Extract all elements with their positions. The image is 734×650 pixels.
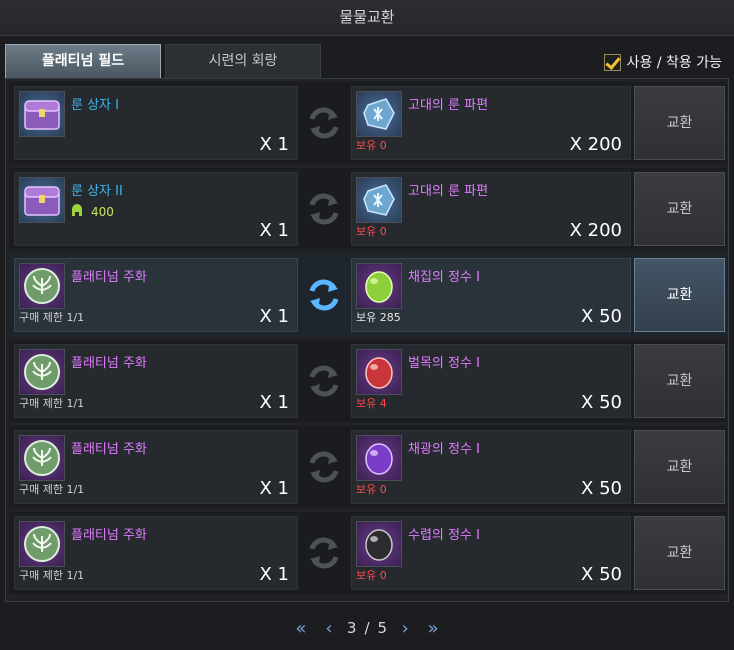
target-item-name: 고대의 룬 파편 bbox=[408, 184, 489, 199]
target-quantity: X 200 bbox=[569, 220, 622, 241]
source-quantity: X 1 bbox=[259, 220, 289, 241]
exchange-row: 플래티넘 주화구매 제한 1/1 X 1 채집의 정수 I 보유 285 X 50 교환 bbox=[9, 254, 727, 336]
tab-platinum-field[interactable]: 플래티넘 필드 bbox=[5, 44, 161, 78]
source-quantity: X 1 bbox=[259, 392, 289, 413]
target-item-name: 벌목의 정수 I bbox=[408, 356, 480, 371]
source-requirement: 400 bbox=[71, 203, 114, 220]
total-pages: 5 bbox=[377, 619, 388, 637]
target-item-cell[interactable]: 채광의 정수 I 보유 0 X 50 bbox=[351, 430, 631, 504]
exchange-button[interactable]: 교환 bbox=[634, 516, 725, 590]
target-quantity: X 50 bbox=[581, 306, 622, 327]
source-item-name: 플래티넘 주화 bbox=[71, 270, 147, 285]
exchange-button[interactable]: 교환 bbox=[634, 344, 725, 418]
source-item-cell[interactable]: 플래티넘 주화구매 제한 1/1 X 1 bbox=[14, 516, 298, 590]
source-requirement-value: 400 bbox=[91, 204, 114, 219]
purchase-limit: 구매 제한 1/1 bbox=[19, 569, 85, 582]
source-quantity: X 1 bbox=[259, 478, 289, 499]
source-item-name: 룬 상자 I bbox=[71, 98, 119, 113]
platinum-coin-icon bbox=[19, 521, 65, 567]
prev-page-button[interactable]: ‹ bbox=[319, 618, 339, 639]
exchange-row: 룬 상자 I X 1 고대의 룬 파편보유 0 X 200 교환 bbox=[9, 82, 727, 164]
exchange-button[interactable]: 교환 bbox=[634, 430, 725, 504]
source-quantity: X 1 bbox=[259, 564, 289, 585]
owned-count: 보유 4 bbox=[356, 397, 387, 410]
target-item-name: 채광의 정수 I bbox=[408, 442, 480, 457]
green-essence-icon bbox=[356, 263, 402, 309]
black-essence-icon bbox=[356, 521, 402, 567]
owned-count: 보유 0 bbox=[356, 139, 387, 152]
target-item-cell[interactable]: 고대의 룬 파편보유 0 X 200 bbox=[351, 172, 631, 246]
exchange-button[interactable]: 교환 bbox=[634, 86, 725, 160]
exchange-button[interactable]: 교환 bbox=[634, 258, 725, 332]
target-quantity: X 50 bbox=[581, 392, 622, 413]
target-quantity: X 200 bbox=[569, 134, 622, 155]
source-item-name: 플래티넘 주화 bbox=[71, 356, 147, 371]
target-item-cell[interactable]: 벌목의 정수 I 보유 4 X 50 bbox=[351, 344, 631, 418]
rune-chest-icon bbox=[19, 177, 65, 223]
exchange-arrows-icon bbox=[306, 449, 342, 485]
owned-count: 보유 0 bbox=[356, 569, 387, 582]
usable-filter-label: 사용 / 착용 가능 bbox=[626, 55, 722, 71]
exchange-arrows-icon bbox=[306, 363, 342, 399]
owned-count: 보유 285 bbox=[356, 311, 401, 324]
purchase-limit: 구매 제한 1/1 bbox=[19, 483, 85, 496]
source-quantity: X 1 bbox=[259, 306, 289, 327]
source-item-name: 룬 상자 II bbox=[71, 184, 123, 199]
rune-fragment-icon bbox=[356, 91, 402, 137]
owned-count: 보유 0 bbox=[356, 225, 387, 238]
target-item-name: 수렵의 정수 I bbox=[408, 528, 480, 543]
exchange-arrows-icon bbox=[306, 277, 342, 313]
purple-essence-icon bbox=[356, 435, 402, 481]
exchange-arrows-icon bbox=[306, 105, 342, 141]
tab-trial-corridor[interactable]: 시련의 회랑 bbox=[165, 44, 321, 78]
exchange-arrows-icon bbox=[306, 191, 342, 227]
target-item-cell[interactable]: 채집의 정수 I 보유 285 X 50 bbox=[351, 258, 631, 332]
target-quantity: X 50 bbox=[581, 478, 622, 499]
exchange-button[interactable]: 교환 bbox=[634, 172, 725, 246]
helmet-icon bbox=[71, 203, 83, 220]
last-page-button[interactable]: » bbox=[423, 618, 443, 639]
owned-count: 보유 0 bbox=[356, 483, 387, 496]
source-quantity: X 1 bbox=[259, 134, 289, 155]
exchange-row: 룬 상자 II 400 X 1 고대의 룬 파편보유 0 X 200 교환 bbox=[9, 168, 727, 250]
exchange-list: 룬 상자 IX 1 고대의 룬 파편 보유 0X 200 교환 룬 상자 II 400 X … bbox=[5, 78, 729, 602]
current-page: 3 bbox=[346, 619, 357, 637]
window-title: 물물교환 bbox=[0, 0, 734, 36]
platinum-coin-icon bbox=[19, 349, 65, 395]
target-item-name: 채집의 정수 I bbox=[408, 270, 480, 285]
next-page-button[interactable]: › bbox=[395, 618, 415, 639]
usable-checkbox[interactable] bbox=[603, 53, 621, 71]
target-item-name: 고대의 룬 파편 bbox=[408, 98, 489, 113]
page-separator: / bbox=[364, 619, 370, 637]
purchase-limit: 구매 제한 1/1 bbox=[19, 311, 85, 324]
exchange-row: 플래티넘 주화구매 제한 1/1 X 1 벌목의 정수 I 보유 4 X 50 교환 bbox=[9, 340, 727, 422]
source-item-name: 플래티넘 주화 bbox=[71, 528, 147, 543]
source-item-cell[interactable]: 플래티넘 주화구매 제한 1/1 X 1 bbox=[14, 344, 298, 418]
usable-filter[interactable]: 사용 / 착용 가능 bbox=[603, 52, 722, 72]
platinum-coin-icon bbox=[19, 263, 65, 309]
target-item-cell[interactable]: 수렵의 정수 I 보유 0 X 50 bbox=[351, 516, 631, 590]
purchase-limit: 구매 제한 1/1 bbox=[19, 397, 85, 410]
exchange-row: 플래티넘 주화구매 제한 1/1 X 1 수렵의 정수 I 보유 0 X 50 교환 bbox=[9, 512, 727, 594]
exchange-row: 플래티넘 주화구매 제한 1/1 X 1 채광의 정수 I 보유 0 X 50 교환 bbox=[9, 426, 727, 508]
exchange-arrows-icon bbox=[306, 535, 342, 571]
target-item-cell[interactable]: 고대의 룬 파편보유 0 X 200 bbox=[351, 86, 631, 160]
source-item-cell[interactable]: 플래티넘 주화구매 제한 1/1 X 1 bbox=[14, 430, 298, 504]
red-essence-icon bbox=[356, 349, 402, 395]
first-page-button[interactable]: « bbox=[291, 618, 311, 639]
pagination: « ‹ 3 / 5 › » bbox=[0, 612, 734, 644]
rune-fragment-icon bbox=[356, 177, 402, 223]
rune-chest-icon bbox=[19, 91, 65, 137]
source-item-cell[interactable]: 룬 상자 I X 1 bbox=[14, 86, 298, 160]
platinum-coin-icon bbox=[19, 435, 65, 481]
source-item-name: 플래티넘 주화 bbox=[71, 442, 147, 457]
target-quantity: X 50 bbox=[581, 564, 622, 585]
source-item-cell[interactable]: 룬 상자 II 400 X 1 bbox=[14, 172, 298, 246]
source-item-cell[interactable]: 플래티넘 주화구매 제한 1/1 X 1 bbox=[14, 258, 298, 332]
